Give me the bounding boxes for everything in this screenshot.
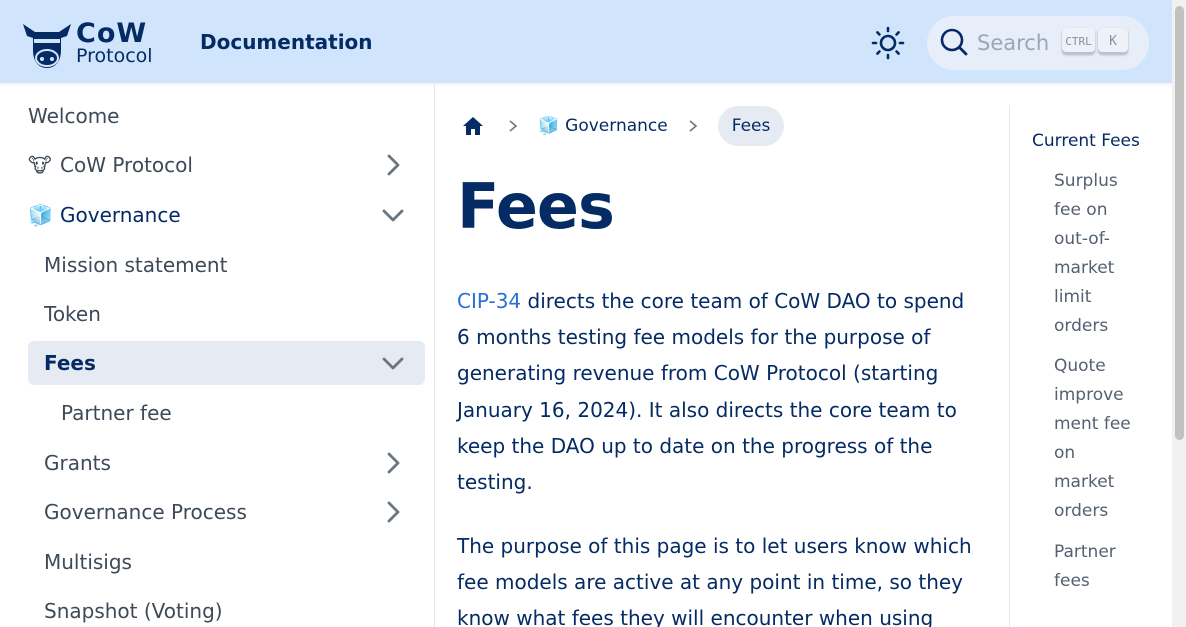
sidebar-item-cow-protocol[interactable]: 🐮 CoW Protocol [28, 143, 425, 187]
breadcrumb-home-link[interactable] [458, 111, 488, 141]
sidebar-item-governance-process[interactable]: Governance Process [44, 490, 425, 534]
toc-line: fee on [1054, 200, 1108, 220]
logo[interactable]: CoW Protocol [21, 18, 173, 70]
breadcrumb-separator-icon [509, 120, 518, 132]
scrollbar-thumb[interactable] [1175, 6, 1184, 440]
sidebar-item-snapshot-voting[interactable]: Snapshot (Voting) [44, 589, 223, 627]
sidebar-item-token[interactable]: Token [44, 292, 101, 336]
sidebar-item-partner-fee[interactable]: Partner fee [61, 391, 172, 435]
toc-line: improve [1054, 385, 1124, 405]
toc-item-partner-fees[interactable]: Partner fees [1054, 538, 1136, 596]
toc-line: fees [1054, 571, 1090, 591]
breadcrumb-current: Fees [717, 106, 785, 146]
cube-emoji-icon: 🧊 [28, 203, 53, 227]
sidebar-item-label: Token [44, 302, 101, 326]
toc-item-current-fees[interactable]: Current Fees [1032, 127, 1140, 156]
home-icon [463, 117, 483, 135]
theme-toggle-button[interactable] [868, 23, 908, 63]
sidebar-item-label: Multisigs [44, 550, 132, 574]
toc-line: market [1054, 472, 1115, 492]
page-scrollbar[interactable] [1172, 0, 1186, 627]
main-content: 🧊 Governance Fees Fees CIP-34 directs th… [436, 83, 1009, 627]
kbd-k: K [1098, 28, 1128, 54]
sun-icon [871, 26, 905, 60]
toc-line: on [1054, 443, 1076, 463]
search-placeholder: Search [977, 31, 1050, 55]
sidebar-item-mission-statement[interactable]: Mission statement [44, 243, 227, 287]
sidebar-item-label: Mission statement [44, 253, 228, 277]
breadcrumb-governance-label: Governance [565, 116, 668, 136]
toc-line: orders [1054, 316, 1109, 336]
sidebar-item-label: CoW Protocol [60, 153, 193, 177]
chevron-right-icon[interactable] [381, 500, 405, 524]
chevron-down-icon[interactable] [381, 351, 405, 375]
intro-paragraph: CIP-34 directs the core team of CoW DAO … [457, 283, 977, 500]
sidebar-item-label: Grants [44, 451, 111, 475]
toc-line: Quote [1054, 356, 1106, 376]
purpose-paragraph: The purpose of this page is to let users… [457, 534, 972, 627]
toc-line: ment fee [1054, 414, 1131, 434]
sidebar-item-label: Governance [60, 203, 181, 227]
cow-logo-icon [23, 24, 71, 68]
breadcrumb-governance-link[interactable]: 🧊 Governance [538, 116, 668, 136]
toc-item-surplus-fee[interactable]: Surplus fee on out-of- market limit orde… [1054, 167, 1136, 341]
sidebar-item-multisigs[interactable]: Multisigs [44, 540, 132, 584]
intro-paragraph-text: directs the core team of CoW DAO to spen… [457, 289, 965, 495]
chevron-right-icon[interactable] [381, 451, 405, 475]
search-icon [940, 28, 968, 56]
top-navbar: CoW Protocol Documentation Search CTRL K [0, 0, 1172, 83]
sidebar-item-label: Partner fee [61, 401, 172, 425]
cow-emoji-icon: 🐮 [28, 153, 52, 177]
toc-line: Partner [1054, 542, 1116, 562]
toc-item-quote-improvement-fee[interactable]: Quote improve ment fee on market orders [1054, 352, 1136, 526]
kbd-ctrl: CTRL [1062, 28, 1095, 54]
toc-line: orders [1054, 501, 1109, 521]
toc-line: market [1054, 258, 1115, 278]
toc-line: Surplus [1054, 171, 1118, 191]
chevron-down-icon[interactable] [381, 203, 405, 227]
table-of-contents: Current Fees Surplus fee on out-of- mark… [1009, 105, 1171, 627]
sidebar-item-label: Snapshot (Voting) [44, 599, 223, 623]
cip-34-link[interactable]: CIP-34 [457, 289, 521, 313]
cube-emoji-icon: 🧊 [538, 116, 560, 136]
toc-line: out-of- [1054, 229, 1110, 249]
sidebar-item-fees[interactable]: Fees [28, 341, 425, 385]
sidebar-item-label: Governance Process [44, 500, 247, 524]
sidebar-item-grants[interactable]: Grants [44, 441, 425, 485]
sidebar-item-governance[interactable]: 🧊 Governance [28, 193, 425, 237]
breadcrumb: 🧊 Governance Fees [458, 105, 785, 147]
sidebar-item-welcome[interactable]: Welcome [28, 94, 119, 138]
sidebar-item-label: Fees [44, 351, 96, 375]
toc-line: limit [1054, 287, 1092, 307]
docs-title-link[interactable]: Documentation [200, 30, 373, 54]
chevron-right-icon[interactable] [381, 153, 405, 177]
search-button[interactable]: Search CTRL K [927, 16, 1149, 70]
breadcrumb-separator-icon [689, 120, 697, 132]
page-title: Fees [457, 170, 615, 243]
sidebar: Welcome 🐮 CoW Protocol 🧊 Governance Miss… [0, 83, 435, 627]
sidebar-item-label: Welcome [28, 104, 120, 128]
logo-text-protocol: Protocol [76, 45, 153, 67]
